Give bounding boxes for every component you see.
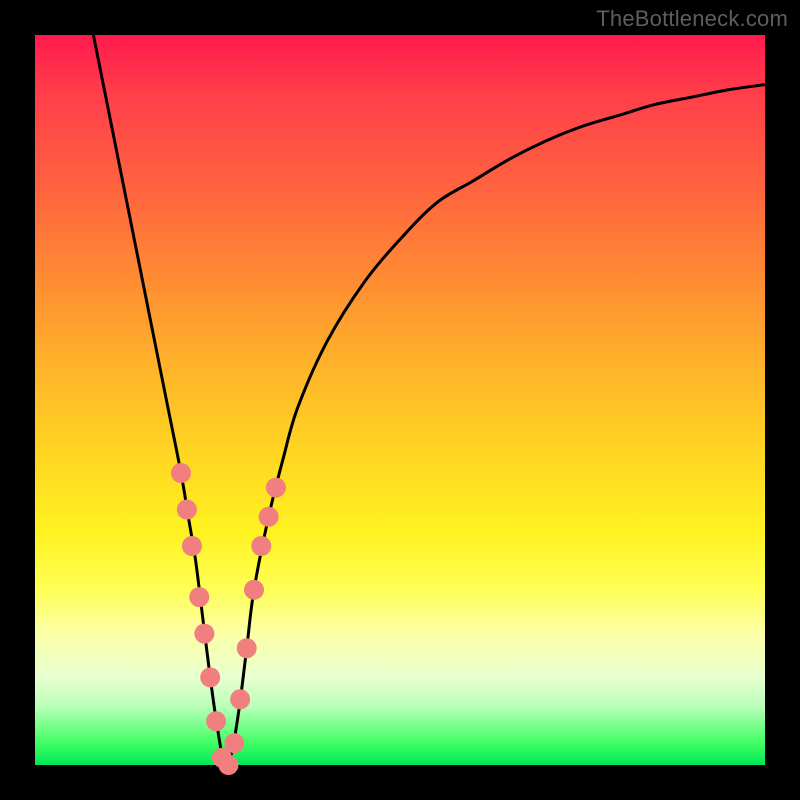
marker-dot: [244, 580, 264, 600]
marker-dot: [218, 755, 238, 775]
marker-dot: [237, 638, 257, 658]
bottleneck-curve-svg: [35, 35, 765, 765]
plot-area: [35, 35, 765, 765]
marker-dot: [206, 711, 226, 731]
marker-dot: [194, 624, 214, 644]
marker-dot: [251, 536, 271, 556]
marker-dot: [259, 507, 279, 527]
marker-dot: [189, 587, 209, 607]
marker-dot: [171, 463, 191, 483]
marker-dot: [266, 478, 286, 498]
bottleneck-curve-path: [93, 35, 765, 766]
watermark-text: TheBottleneck.com: [596, 6, 788, 32]
chart-frame: TheBottleneck.com: [0, 0, 800, 800]
marker-dot: [182, 536, 202, 556]
marker-dots-group: [171, 463, 286, 775]
marker-dot: [177, 500, 197, 520]
marker-dot: [224, 733, 244, 753]
marker-dot: [200, 667, 220, 687]
marker-dot: [230, 689, 250, 709]
curve-path-group: [93, 35, 765, 766]
